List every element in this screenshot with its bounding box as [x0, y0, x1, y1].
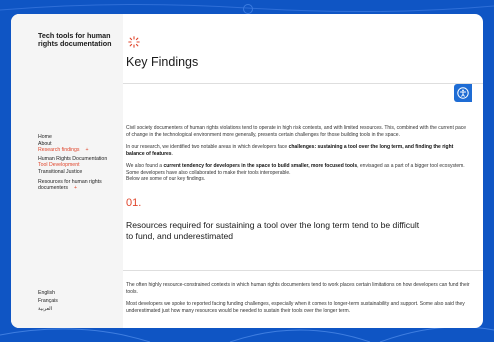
expand-icon[interactable]: + — [74, 185, 77, 191]
section-heading: Resources required for sustaining a tool… — [126, 220, 420, 242]
expand-icon[interactable]: + — [86, 147, 89, 153]
frame-decoration — [243, 4, 253, 14]
nav-research-findings[interactable]: Research findings + — [38, 147, 122, 154]
section-body: The often highly resource-constrained co… — [126, 282, 471, 320]
webpage: Tech tools for human rights documentatio… — [11, 14, 483, 328]
section-number: 01. — [126, 197, 142, 209]
intro-text: Civil society documenters of human right… — [126, 125, 471, 189]
nav-tool-development[interactable]: Tool Development — [38, 162, 122, 169]
sparkle-icon — [128, 36, 140, 48]
site-title[interactable]: Tech tools for human rights documentatio… — [38, 31, 118, 49]
accessibility-icon — [457, 87, 469, 99]
intro-paragraph-2: In our research, we identified two notab… — [126, 144, 454, 157]
intro-paragraph-1: Civil society documenters of human right… — [126, 125, 467, 138]
language-switcher: English Français العربية — [38, 289, 58, 314]
intro-paragraph-3: We also found a current tendency for dev… — [126, 163, 465, 182]
section-paragraph-2: Most developers we spoke to reported fac… — [126, 301, 465, 314]
section-paragraph-1: The often highly resource-constrained co… — [126, 282, 470, 295]
nav-about[interactable]: About — [38, 141, 122, 148]
nav-resources[interactable]: Resources for human rights documenters + — [38, 179, 122, 192]
page-title: Key Findings — [126, 55, 199, 69]
lang-english[interactable]: English — [38, 289, 58, 297]
main-content: Key Findings Civil society documenters o… — [123, 14, 483, 328]
nav-transitional-justice[interactable]: Transitional Justice — [38, 169, 122, 176]
accessibility-button[interactable] — [454, 84, 472, 102]
nav-human-rights-documentation[interactable]: Human Rights Documentation — [38, 156, 122, 163]
divider — [123, 270, 483, 271]
sidebar: Tech tools for human rights documentatio… — [11, 14, 123, 328]
lang-francais[interactable]: Français — [38, 297, 58, 305]
lang-arabic[interactable]: العربية — [38, 305, 58, 313]
nav-home[interactable]: Home — [38, 134, 122, 141]
sidebar-nav: Home About Research findings + Human Righ… — [38, 134, 122, 192]
divider — [123, 83, 483, 84]
